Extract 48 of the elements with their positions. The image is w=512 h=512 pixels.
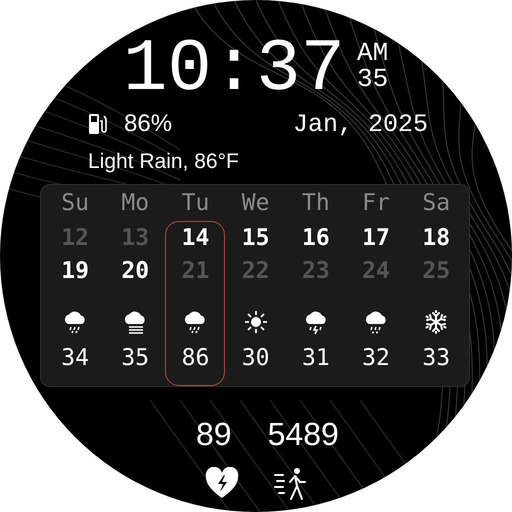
heart-bolt-icon (205, 467, 239, 499)
temperature: 34 (61, 344, 89, 373)
weekday-label: Sa (422, 189, 450, 218)
weekday-label: Su (61, 189, 89, 218)
snowflake-icon (423, 309, 450, 335)
day-column[interactable]: 17 24 32 (346, 221, 406, 386)
temperature: 86 (182, 344, 210, 373)
temperature: 30 (242, 344, 270, 373)
day-column[interactable]: 16 23 31 (286, 221, 346, 386)
weekday-label: Fr (362, 189, 390, 218)
temperature: 31 (302, 344, 330, 373)
date-number: 18 (422, 224, 450, 253)
temperature: 35 (121, 344, 150, 373)
day-column[interactable]: 13 20 35 (105, 221, 166, 386)
date-number: 23 (302, 257, 330, 286)
date-number: 19 (61, 257, 89, 286)
temperature: 33 (422, 344, 450, 373)
weekday-label: Tu (182, 189, 210, 218)
date-number: 25 (422, 257, 450, 286)
date-number: 21 (182, 257, 210, 286)
walking-person-icon (273, 467, 309, 501)
day-column[interactable]: 12 19 34 (45, 221, 106, 386)
temperature: 32 (362, 344, 390, 373)
date-number: 12 (61, 224, 89, 253)
seconds-text: 35 (357, 66, 388, 92)
date-number: 22 (242, 257, 270, 286)
selected-day-column[interactable]: 14 21 86 (165, 221, 226, 386)
battery-percent: 86% (124, 110, 172, 138)
date-number: 14 (182, 224, 210, 253)
day-column[interactable]: 15 22 30 (226, 221, 286, 386)
heart-rate-value: 89 (196, 417, 232, 451)
sun-icon (242, 309, 269, 335)
day-column[interactable]: 18 25 33 (406, 221, 466, 386)
step-count: 5489 (268, 417, 339, 451)
date-number: 15 (242, 224, 270, 253)
date-number: 24 (362, 257, 390, 286)
date-number: 17 (362, 224, 390, 253)
weekday-label: Mo (121, 189, 150, 218)
weekday-label: Th (302, 189, 330, 218)
date-number: 20 (121, 257, 150, 286)
fuel-pump-icon (88, 113, 108, 135)
weather-summary: Light Rain, 86°F (88, 150, 239, 174)
date-number: 16 (302, 224, 330, 253)
am-pm-label: AM (357, 40, 388, 66)
date-text: Jan, 2025 (292, 110, 428, 138)
clock-time: 10:37 (123, 38, 346, 102)
weekday-label: We (242, 189, 270, 218)
date-number: 13 (121, 224, 150, 253)
